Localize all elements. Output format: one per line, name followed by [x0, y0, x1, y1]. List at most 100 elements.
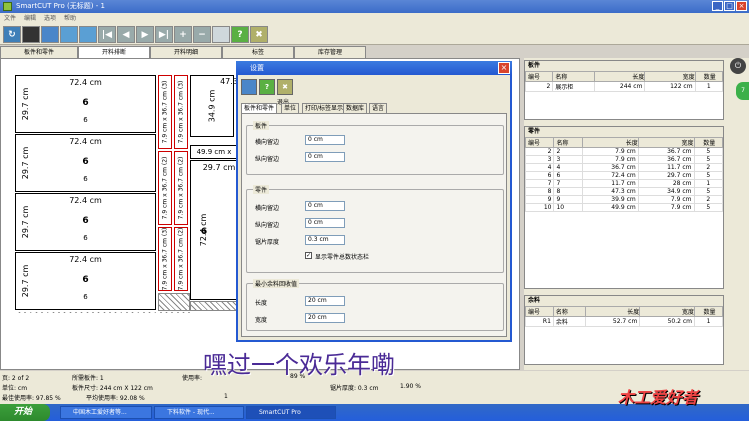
dialog-close-button[interactable]: × — [498, 62, 510, 74]
dialog-help-icon[interactable]: ? — [259, 79, 275, 95]
tab-labels[interactable]: 标签 — [222, 46, 294, 58]
table-row[interactable]: 3 3 7.9 cm 36.7 cm 5 — [524, 155, 723, 164]
col-length: 长度 — [584, 306, 641, 317]
menu-options[interactable]: 选项 — [44, 13, 56, 24]
cell: 7.9 cm — [637, 195, 695, 204]
cell: 5 — [693, 171, 723, 180]
status-area: 1.90 % — [400, 383, 421, 390]
table-row[interactable]: 2 展示柜 244 cm 122 cm 1 — [524, 81, 724, 92]
dialog-tab-print[interactable]: 打印/标签显示 — [302, 103, 347, 113]
piece-top-label: 47.3 — [190, 75, 238, 137]
blade-width-label: 锯片厚度 — [255, 239, 280, 246]
cell: 122 cm — [644, 81, 696, 92]
part-v-margin-input[interactable]: 0 cm — [305, 218, 345, 228]
blade-width-input[interactable]: 0.3 cm — [305, 235, 345, 245]
cell: 9 — [524, 195, 555, 204]
dialog-exit-icon[interactable]: ✖ — [277, 79, 293, 95]
open-icon[interactable] — [41, 26, 59, 43]
table-row[interactable]: 2 2 7.9 cm 36.7 cm 5 — [524, 147, 723, 156]
layout-piece: 72.4 cm 29.7 cm 6 6 — [15, 252, 156, 310]
piece-qty-sub: 6 — [83, 293, 88, 301]
cell: 49.9 cm — [581, 203, 639, 212]
cell: 11.7 cm — [581, 179, 639, 188]
tab-boards-parts[interactable]: 板件和零件 — [0, 46, 78, 58]
col-name: 名称 — [552, 306, 586, 317]
table-row[interactable]: 7 7 11.7 cm 28 cm 1 — [524, 179, 723, 188]
maximize-button[interactable]: □ — [724, 1, 735, 11]
tab-cutting-details[interactable]: 开料明细 — [150, 46, 222, 58]
cell: 6 — [524, 171, 555, 180]
table-row[interactable]: 6 6 72.4 cm 29.7 cm 5 — [524, 171, 723, 180]
taskbar-item[interactable]: 中国木工爱好者等... — [60, 406, 152, 419]
close-button[interactable]: × — [736, 1, 747, 11]
status-avg: 平均使用率: 92.08 % — [86, 395, 145, 402]
waste-area — [158, 293, 190, 311]
tab-cutting-layout[interactable]: 开料排断 — [78, 46, 150, 58]
show-count-checkbox[interactable]: ✓ — [305, 252, 312, 259]
table-row[interactable]: 9 9 39.9 cm 7.9 cm 2 — [524, 195, 723, 204]
last-page-icon[interactable]: ▶| — [155, 26, 173, 43]
strip-label: 7.9 cm x 36.7 cm (2) — [177, 227, 185, 291]
table-row[interactable]: 4 4 36.7 cm 11.7 cm 2 — [524, 163, 723, 172]
piece-qty-sub: 6 — [83, 175, 88, 183]
board-legend: 板件 — [253, 121, 270, 130]
dialog-save-icon[interactable] — [241, 79, 257, 95]
table-row[interactable]: R1 余料 52.7 cm 50.2 cm 1 — [525, 316, 723, 327]
print-icon[interactable] — [79, 26, 97, 43]
remnant-length-input[interactable]: 20 cm — [305, 296, 345, 306]
cell: 11.7 cm — [637, 163, 695, 172]
cell: 36.7 cm — [637, 147, 695, 156]
taskbar-item[interactable]: 下料软件 - 现代... — [154, 406, 244, 419]
dialog-tab-database[interactable]: 数据库 — [343, 103, 368, 113]
status-unit: 单位: cm — [2, 385, 28, 392]
next-page-icon[interactable]: ▶ — [136, 26, 154, 43]
strip-label: 7.9 cm x 36.7 cm (3) — [161, 227, 169, 291]
dialog-tab-language[interactable]: 语言 — [369, 103, 388, 113]
remnant-fieldset: 最小余料回收值 长度 20 cm 宽度 20 cm — [246, 279, 504, 331]
taskbar-item[interactable]: SmartCUT Pro — [246, 406, 336, 419]
col-length: 长度 — [581, 137, 639, 148]
cell: 36.7 cm — [637, 155, 695, 164]
save-icon[interactable] — [60, 26, 78, 43]
cell: 7.9 cm — [581, 155, 639, 164]
table-row[interactable]: 10 10 49.9 cm 7.9 cm 5 — [524, 203, 723, 212]
cell: 8 — [524, 187, 555, 196]
status-used-label: 使用率: — [182, 375, 203, 382]
col-qty: 数量 — [694, 71, 724, 82]
menu-file[interactable]: 文件 — [4, 13, 16, 24]
cell: 7 — [553, 179, 583, 188]
main-tabs: 板件和零件 开料排断 开料明细 标签 库存管理 — [0, 46, 520, 58]
strip-label: 7.9 cm x 36.7 cm (3) — [161, 80, 169, 144]
menu-edit[interactable]: 编辑 — [24, 13, 36, 24]
table-row[interactable]: 8 8 47.3 cm 34.9 cm 5 — [524, 187, 723, 196]
refresh-icon[interactable]: ↻ — [3, 26, 21, 43]
minimize-button[interactable]: _ — [712, 1, 723, 11]
piece-qty-sub: 6 — [83, 116, 88, 124]
dialog-tab-units[interactable]: 单位 — [281, 103, 300, 113]
cell: 5 — [693, 155, 723, 164]
dialog-tab-boards[interactable]: 板件和零件 — [241, 103, 278, 113]
side-widget-icon[interactable]: 7 — [736, 82, 749, 100]
dialog-title-bar: 设置 × — [236, 61, 512, 75]
zoom-in-icon[interactable]: + — [174, 26, 192, 43]
exit-icon[interactable]: ✖ — [250, 26, 268, 43]
remnant-width-input[interactable]: 20 cm — [305, 313, 345, 323]
piece-width: 72.4 cm — [69, 137, 102, 146]
monitor-icon[interactable] — [22, 26, 40, 43]
board-h-margin-input[interactable]: 0 cm — [305, 135, 345, 145]
power-icon[interactable]: ⏻ — [730, 58, 746, 74]
cell: 6 — [553, 171, 583, 180]
first-page-icon[interactable]: |◀ — [98, 26, 116, 43]
zoom-out-icon[interactable]: − — [193, 26, 211, 43]
prev-page-icon[interactable]: ◀ — [117, 26, 135, 43]
help-icon[interactable]: ? — [231, 26, 249, 43]
menu-help[interactable]: 帮助 — [64, 13, 76, 24]
strip-label: 7.9 cm x 36.7 cm (3) — [177, 80, 185, 144]
tab-inventory[interactable]: 库存管理 — [294, 46, 366, 58]
board-v-margin-input[interactable]: 0 cm — [305, 152, 345, 162]
cell: 1 — [694, 316, 723, 327]
strip-label: 7.9 cm x 36.7 cm (2) — [161, 156, 169, 220]
start-button[interactable]: 开始 — [0, 404, 50, 421]
part-h-margin-input[interactable]: 0 cm — [305, 201, 345, 211]
layout-strip: 7.9 cm x 36.7 cm (2) — [174, 151, 188, 225]
